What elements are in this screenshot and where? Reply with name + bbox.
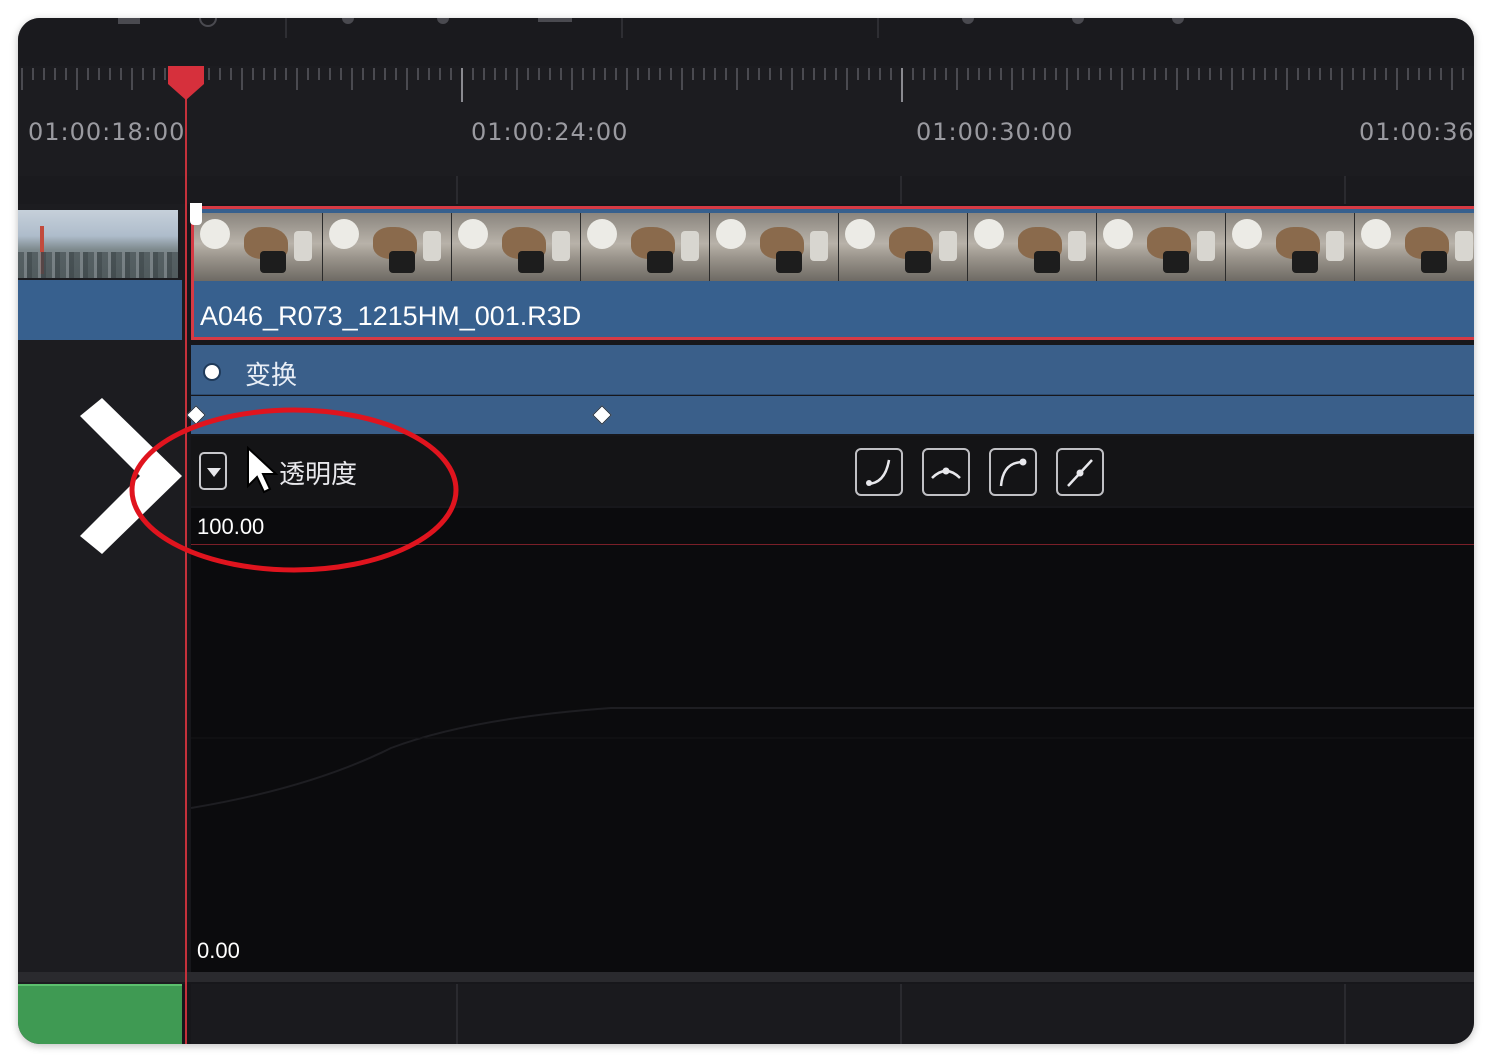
timecode-label: 01:00:24:00 [471,118,629,146]
frame-item [552,231,570,261]
filmstrip-frame [1226,213,1354,281]
video-clip[interactable]: A046_R073_1215HM_001.R3D [191,206,1474,340]
frame-ball [458,219,488,249]
frame-item [1455,231,1473,261]
editor-window: 01:00:18:00 01:00:24:00 01:00:30:00 01:0… [18,18,1474,1044]
toolbar-icon[interactable] [118,18,140,24]
timecode-label: 01:00:30:00 [916,118,1074,146]
frame-ball [716,219,746,249]
toolbar-icon[interactable] [962,18,974,24]
audio-clip[interactable] [18,984,182,1044]
filmstrip-frame [581,213,709,281]
timecode-label: 01:00:18:00 [28,118,186,146]
mouse-cursor-icon [247,446,279,494]
toolbar-icon[interactable] [538,18,572,22]
frame-item [681,231,699,261]
clip-in-handle[interactable] [190,203,202,225]
keyframe-diamond[interactable] [592,405,612,425]
previous-clip-label-area[interactable] [18,280,182,340]
clip-name: A046_R073_1215HM_001.R3D [200,301,582,331]
toolbar-icon[interactable] [437,18,449,24]
playhead-marker-icon[interactable] [166,66,206,102]
timeline-ruler[interactable]: 01:00:18:00 01:00:24:00 01:00:30:00 01:0… [18,66,1474,176]
frame-bag [260,251,286,273]
toolbar-icon[interactable] [199,18,217,27]
filmstrip-frame [839,213,967,281]
ease-out-icon [999,458,1027,487]
frame-ball [200,219,230,249]
ease-in-icon [866,459,891,486]
toolbar [18,18,1474,66]
filmstrip-frame [710,213,838,281]
transform-keyframe-track[interactable]: 变换 [191,345,1474,395]
ruler-gridlines [456,176,1346,204]
clip-filmstrip [194,213,1474,281]
transform-toggle-icon[interactable] [203,363,221,381]
toolbar-icon[interactable] [342,18,354,24]
frame-bag [389,251,415,273]
frame-ball [1103,219,1133,249]
filmstrip-frame [452,213,580,281]
track-divider [18,972,1474,982]
filmstrip-frame [1355,213,1474,281]
annotation-circle [129,407,459,573]
audio-gridlines [456,984,1346,1044]
frame-item [294,231,312,261]
toolbar-icons [118,18,1184,38]
frame-bag [776,251,802,273]
ease-in-button[interactable] [855,448,903,496]
previous-clip-thumbnail[interactable] [18,210,178,278]
toolbar-icon[interactable] [1072,18,1084,24]
filmstrip-frame [323,213,451,281]
ruler-ticks [21,68,1464,102]
frame-bag [905,251,931,273]
frame-bag [647,251,673,273]
ease-in-out-button[interactable] [922,448,970,496]
transform-label: 变换 [245,361,298,391]
frame-item [810,231,828,261]
frame-bag [1292,251,1318,273]
filmstrip-frame [1097,213,1225,281]
audio-track-row[interactable] [191,984,1474,1044]
frame-item [1326,231,1344,261]
ease-out-button[interactable] [989,448,1037,496]
frame-item [423,231,441,261]
timecode-label: 01:00:36: [1359,118,1474,146]
frame-item [939,231,957,261]
frame-bag [1034,251,1060,273]
city-shape [18,252,178,278]
filmstrip-frame [194,213,322,281]
frame-ball [974,219,1004,249]
frame-item [1068,231,1086,261]
frame-ball [1361,219,1391,249]
frame-ball [845,219,875,249]
frame-ball [587,219,617,249]
frame-ball [329,219,359,249]
frame-bag [518,251,544,273]
frame-item [1197,231,1215,261]
filmstrip-frame [968,213,1096,281]
opacity-min-value: 0.00 [197,938,240,963]
toolbar-icon[interactable] [1172,18,1184,24]
frame-bag [1421,251,1447,273]
ease-in-out-icon [931,467,961,479]
linear-icon [1067,459,1093,487]
ruler-spacer [18,176,1474,204]
linear-button[interactable] [1056,448,1104,496]
frame-ball [1232,219,1262,249]
frame-bag [1163,251,1189,273]
